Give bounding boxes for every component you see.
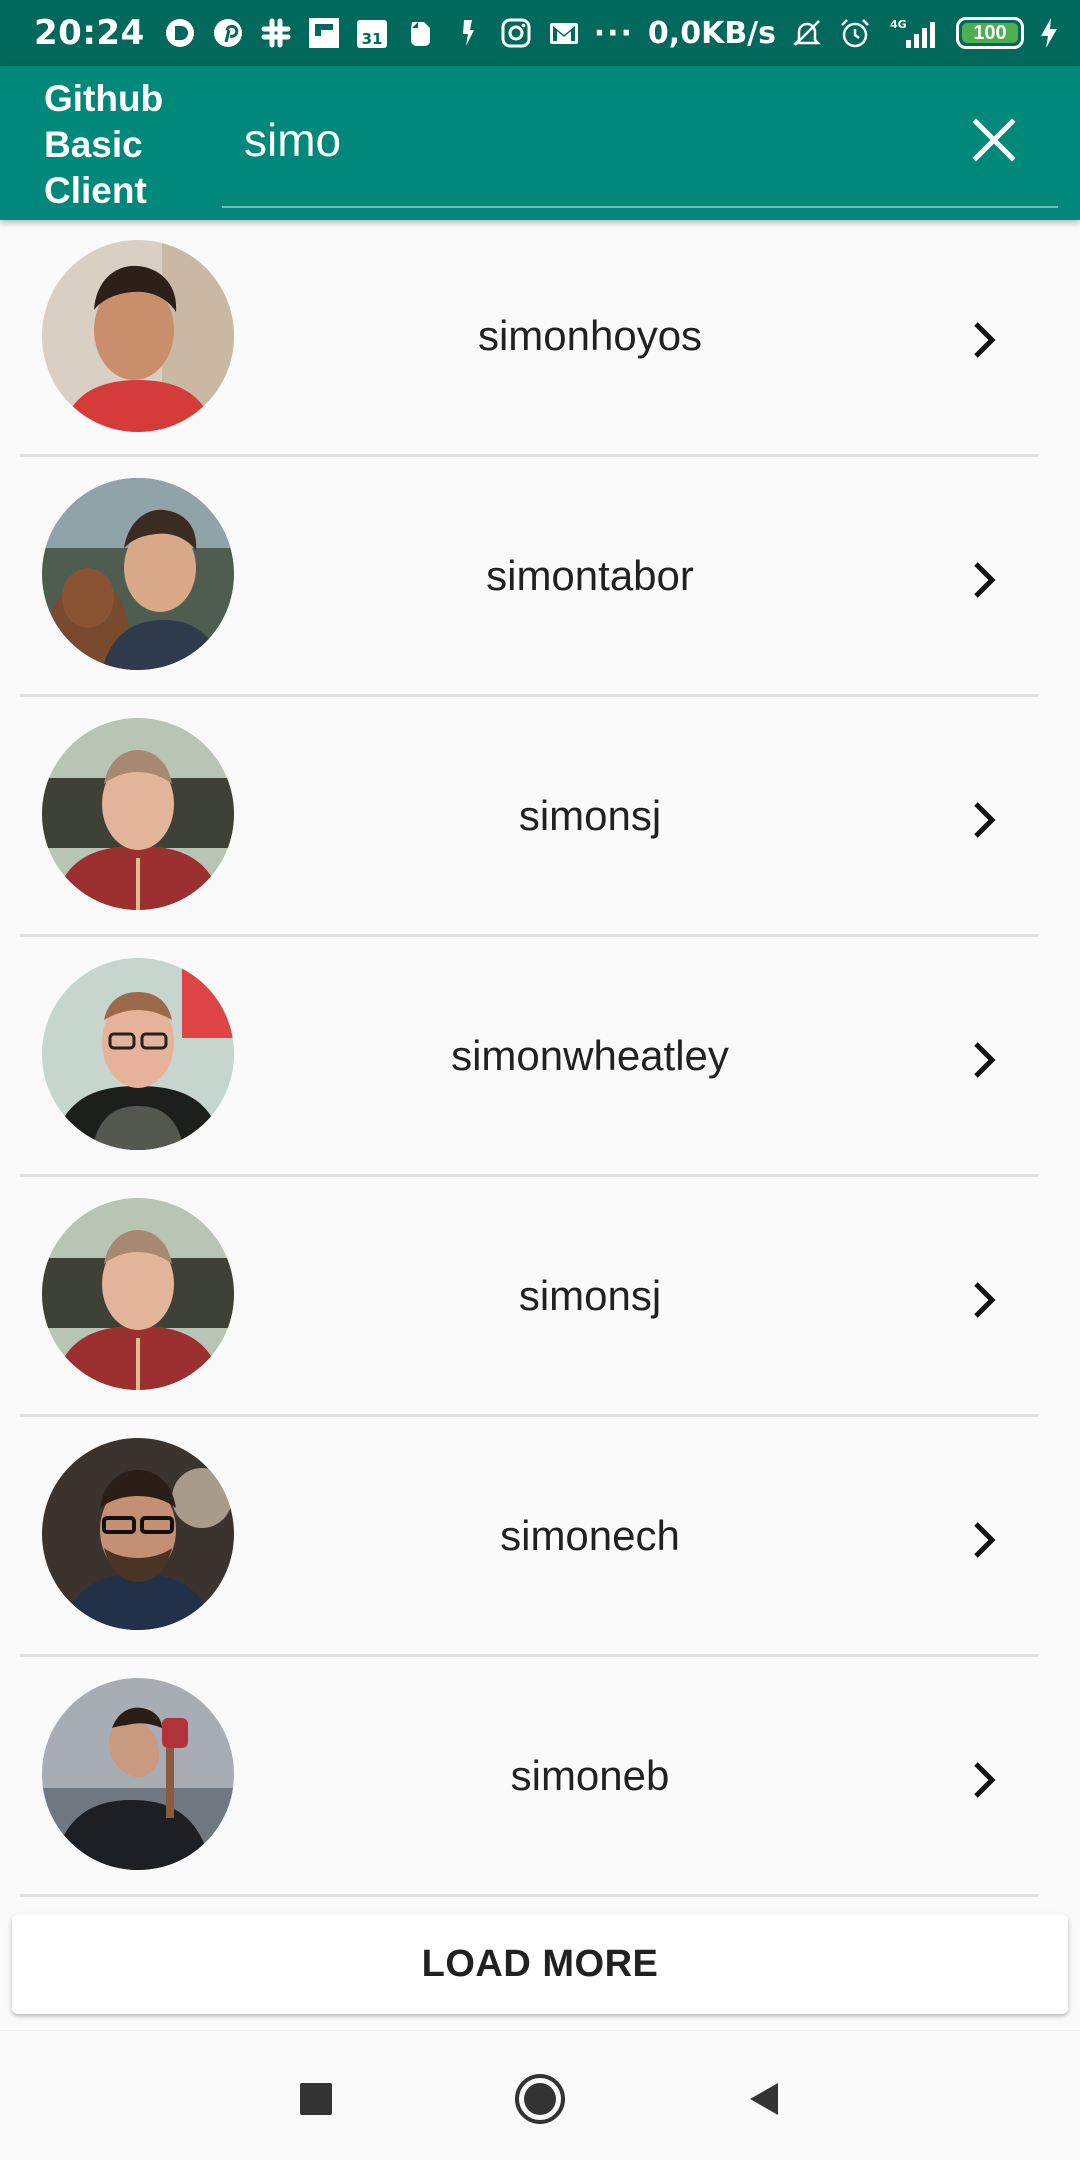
pinterest-icon [211,16,245,50]
username-label: simonsj [518,792,662,839]
clear-search-button[interactable] [962,108,1026,172]
username-label: simonsj [518,1272,662,1319]
list-divider [20,454,1038,457]
network-type: 4G [890,18,907,31]
list-divider [20,934,1038,937]
user-list-item[interactable]: simoneb [0,1658,1080,1898]
more-notifications-indicator: ··· [593,15,634,51]
recents-button[interactable] [288,2071,344,2127]
user-list-item[interactable]: simontabor [0,458,1080,698]
chevron-right-icon [974,1522,996,1558]
username-label: simonhoyos [477,312,703,359]
status-bar: 20:24 31 ··· 0,0KB/s 4G 100 [0,0,1080,66]
user-list-item[interactable]: simonsj [0,698,1080,938]
username-label: simoneb [510,1752,670,1799]
flipboard-icon [307,16,341,50]
app-bar: Github Basic Client [0,66,1080,220]
navigation-bar [0,2030,1080,2160]
list-divider [20,694,1038,697]
list-divider [20,1414,1038,1417]
notification-icons: 31 [163,16,581,50]
charging-icon [1038,16,1060,50]
user-list-item[interactable]: simonwheatley [0,938,1080,1178]
search-bar [222,66,1058,208]
gmail-icon [547,16,581,50]
alarm-icon [838,16,872,50]
square-icon [300,2083,332,2115]
chevron-right-icon [974,1042,996,1078]
calendar-icon: 31 [355,16,389,50]
list-divider [20,1174,1038,1177]
close-icon [972,118,1016,162]
list-divider [20,1894,1038,1897]
chevron-right-icon [974,1762,996,1798]
user-avatar [42,240,234,432]
muted-bell-icon [790,16,824,50]
calendar-day: 31 [361,30,382,48]
instagram-icon [499,16,533,50]
user-avatar [42,1438,234,1630]
search-input[interactable] [244,110,894,170]
user-list-item[interactable]: simonech [0,1418,1080,1658]
chevron-right-icon [974,322,996,358]
battery-level: 100 [973,21,1007,44]
load-more-button[interactable]: LOAD MORE [12,1914,1068,2014]
home-button[interactable] [512,2071,568,2127]
back-button[interactable] [736,2071,792,2127]
user-avatar [42,958,234,1150]
chevron-right-icon [974,802,996,838]
chevron-right-icon [974,562,996,598]
signal-icon: 4G [886,16,942,50]
d-app-icon [163,16,197,50]
screen: 20:24 31 ··· 0,0KB/s 4G 100 Github Basic… [0,0,1080,2160]
chevron-right-icon [974,1282,996,1318]
username-label: simontabor [486,552,694,599]
circle-icon [515,2074,565,2124]
username-label: simonech [500,1512,680,1559]
user-avatar [42,478,234,670]
system-indicators: ··· 0,0KB/s 4G 100 [594,16,1060,51]
app-icon [451,16,485,50]
username-label: simonwheatley [451,1032,729,1079]
user-list-item[interactable]: simonhoyos [0,220,1080,458]
evernote-icon [403,16,437,50]
list-divider [20,1654,1038,1657]
app-title: Github Basic Client [44,78,164,211]
user-list: simonhoyos simontabor simonsj simonwheat… [0,220,1080,1898]
user-avatar [42,1198,234,1390]
slack-icon [259,16,293,50]
battery-indicator: 100 [956,17,1024,49]
network-speed: 0,0KB/s [647,15,776,51]
user-avatar [42,718,234,910]
user-avatar [42,1678,234,1870]
user-list-item[interactable]: simonsj [0,1178,1080,1418]
triangle-back-icon [750,2083,778,2115]
status-time: 20:24 [34,13,145,53]
